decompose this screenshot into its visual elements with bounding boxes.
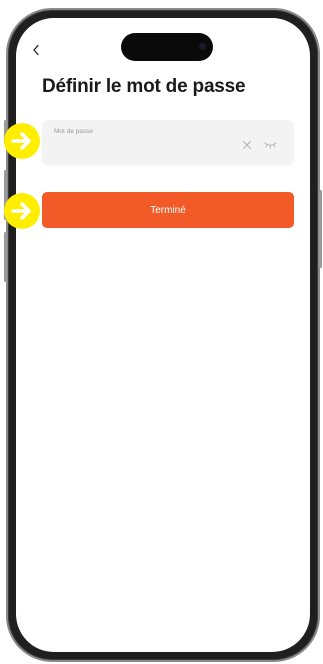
done-button[interactable]: Terminé	[42, 192, 294, 228]
dynamic-island	[121, 33, 213, 61]
arrow-right-icon	[11, 202, 31, 220]
eye-closed-icon[interactable]	[264, 141, 277, 149]
password-field[interactable]: Mot de passe	[42, 120, 294, 165]
annotation-marker	[4, 123, 40, 159]
arrow-right-icon	[11, 132, 31, 150]
phone-volume-down-button	[4, 232, 7, 282]
password-input[interactable]	[54, 140, 234, 158]
back-button[interactable]	[28, 40, 44, 60]
phone-screen: Définir le mot de passe Mot de passe Ter…	[16, 18, 310, 652]
annotation-marker	[4, 193, 40, 229]
camera-dot	[199, 43, 206, 50]
chevron-left-icon	[32, 44, 39, 56]
page-title: Définir le mot de passe	[42, 76, 246, 97]
phone-power-button	[319, 190, 322, 268]
password-field-label: Mot de passe	[54, 128, 94, 135]
close-icon[interactable]	[242, 140, 252, 150]
